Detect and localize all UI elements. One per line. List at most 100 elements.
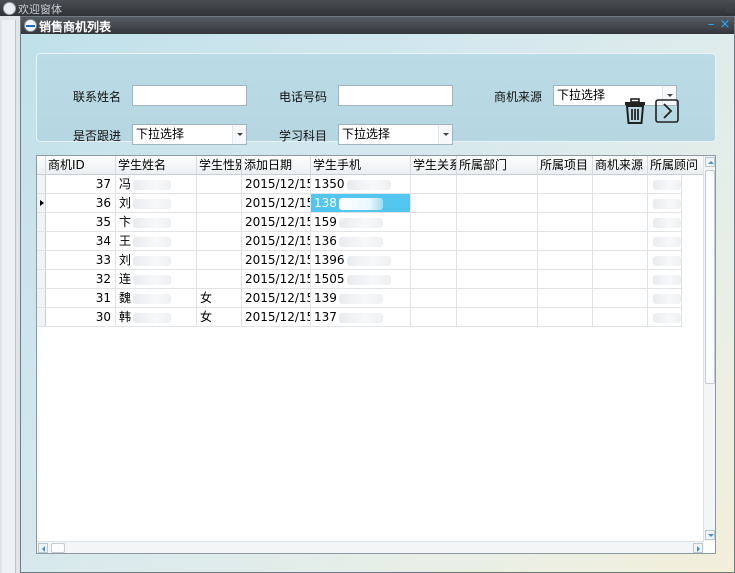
cell-relation[interactable]	[411, 232, 457, 251]
cell-source[interactable]	[593, 213, 648, 232]
cell-relation[interactable]	[411, 251, 457, 270]
chevron-down-icon[interactable]	[232, 125, 246, 144]
cell-student-name[interactable]: 王	[116, 232, 197, 251]
cell-department[interactable]	[457, 308, 538, 327]
cell-relation[interactable]	[411, 270, 457, 289]
column-header[interactable]: 学生关系	[411, 156, 457, 175]
horizontal-scrollbar[interactable]	[37, 541, 704, 553]
window-titlebar[interactable]: 销售商机列表 – ×	[21, 17, 734, 34]
row-header[interactable]	[37, 289, 46, 308]
scroll-up-icon[interactable]	[705, 157, 715, 167]
cell-id[interactable]: 33	[46, 251, 116, 270]
cell-gender[interactable]: 女	[197, 308, 242, 327]
row-header[interactable]	[37, 213, 46, 232]
cell-gender[interactable]	[197, 194, 242, 213]
minimize-button[interactable]: –	[704, 17, 718, 33]
scroll-thumb[interactable]	[51, 543, 65, 553]
cell-id[interactable]: 34	[46, 232, 116, 251]
cell-id[interactable]: 30	[46, 308, 116, 327]
table-row[interactable]: 36 刘 2015/12/15 138	[37, 194, 682, 213]
table-row[interactable]: 30 韩 女 2015/12/15 137	[37, 308, 682, 327]
cell-source[interactable]	[593, 289, 648, 308]
cell-id[interactable]: 32	[46, 270, 116, 289]
cell-source[interactable]	[593, 308, 648, 327]
cell-relation[interactable]	[411, 308, 457, 327]
cell-date[interactable]: 2015/12/15	[242, 232, 311, 251]
table-row[interactable]: 31 魏 女 2015/12/15 139	[37, 289, 682, 308]
subject-select[interactable]: 下拉选择	[338, 124, 453, 145]
cell-date[interactable]: 2015/12/15	[242, 270, 311, 289]
cell-project[interactable]	[538, 289, 593, 308]
cell-student-name[interactable]: 卞	[116, 213, 197, 232]
cell-project[interactable]	[538, 232, 593, 251]
cell-student-name[interactable]: 连	[116, 270, 197, 289]
column-header[interactable]: 学生性别	[197, 156, 242, 175]
cell-gender[interactable]	[197, 270, 242, 289]
table-row[interactable]: 33 刘 2015/12/15 1396	[37, 251, 682, 270]
cell-gender[interactable]: 女	[197, 289, 242, 308]
cell-source[interactable]	[593, 232, 648, 251]
cell-source[interactable]	[593, 251, 648, 270]
scroll-right-icon[interactable]	[693, 543, 703, 553]
cell-department[interactable]	[457, 213, 538, 232]
cell-student-name[interactable]: 刘	[116, 251, 197, 270]
cell-gender[interactable]	[197, 213, 242, 232]
table-row[interactable]: 37 冯 2015/12/15 1350	[37, 175, 682, 194]
cell-id[interactable]: 31	[46, 289, 116, 308]
cell-gender[interactable]	[197, 251, 242, 270]
cell-phone[interactable]: 137	[311, 308, 411, 327]
row-header[interactable]	[37, 308, 46, 327]
cell-project[interactable]	[538, 308, 593, 327]
cell-id[interactable]: 36	[46, 194, 116, 213]
row-header[interactable]	[37, 270, 46, 289]
column-header[interactable]: 添加日期	[242, 156, 311, 175]
cell-id[interactable]: 37	[46, 175, 116, 194]
cell-phone[interactable]: 1505	[311, 270, 411, 289]
cell-student-name[interactable]: 韩	[116, 308, 197, 327]
cell-phone[interactable]: 159	[311, 213, 411, 232]
cell-relation[interactable]	[411, 289, 457, 308]
column-header[interactable]: 所属部门	[457, 156, 538, 175]
cell-advisor[interactable]	[648, 289, 682, 308]
cell-department[interactable]	[457, 175, 538, 194]
trash-icon[interactable]	[624, 98, 646, 124]
cell-student-name[interactable]: 冯	[116, 175, 197, 194]
column-header[interactable]: 商机来源	[593, 156, 648, 175]
scroll-left-icon[interactable]	[38, 543, 48, 553]
cell-phone[interactable]: 139	[311, 289, 411, 308]
cell-student-name[interactable]: 刘	[116, 194, 197, 213]
cell-advisor[interactable]	[648, 213, 682, 232]
cell-relation[interactable]	[411, 194, 457, 213]
cell-advisor[interactable]	[648, 194, 682, 213]
cell-gender[interactable]	[197, 175, 242, 194]
row-header[interactable]	[37, 251, 46, 270]
cell-phone[interactable]: 138	[311, 194, 411, 213]
cell-department[interactable]	[457, 251, 538, 270]
cell-source[interactable]	[593, 194, 648, 213]
chevron-down-icon[interactable]	[438, 125, 452, 144]
cell-phone[interactable]: 1396	[311, 251, 411, 270]
column-header[interactable]: 学生手机	[311, 156, 411, 175]
cell-relation[interactable]	[411, 175, 457, 194]
cell-department[interactable]	[457, 270, 538, 289]
cell-date[interactable]: 2015/12/15	[242, 213, 311, 232]
follow-up-select[interactable]: 下拉选择	[132, 124, 247, 145]
cell-project[interactable]	[538, 270, 593, 289]
cell-advisor[interactable]	[648, 308, 682, 327]
cell-gender[interactable]	[197, 232, 242, 251]
chevron-right-icon[interactable]	[655, 99, 679, 123]
cell-relation[interactable]	[411, 213, 457, 232]
cell-date[interactable]: 2015/12/15	[242, 289, 311, 308]
column-header[interactable]: 学生姓名	[116, 156, 197, 175]
vertical-scrollbar[interactable]	[703, 156, 715, 541]
cell-project[interactable]	[538, 251, 593, 270]
cell-project[interactable]	[538, 213, 593, 232]
row-header[interactable]	[37, 175, 46, 194]
cell-department[interactable]	[457, 194, 538, 213]
close-button[interactable]: ×	[718, 17, 732, 33]
cell-advisor[interactable]	[648, 175, 682, 194]
column-header[interactable]: 所属顾问	[648, 156, 704, 175]
cell-advisor[interactable]	[648, 232, 682, 251]
scroll-down-icon[interactable]	[705, 530, 715, 540]
cell-source[interactable]	[593, 270, 648, 289]
